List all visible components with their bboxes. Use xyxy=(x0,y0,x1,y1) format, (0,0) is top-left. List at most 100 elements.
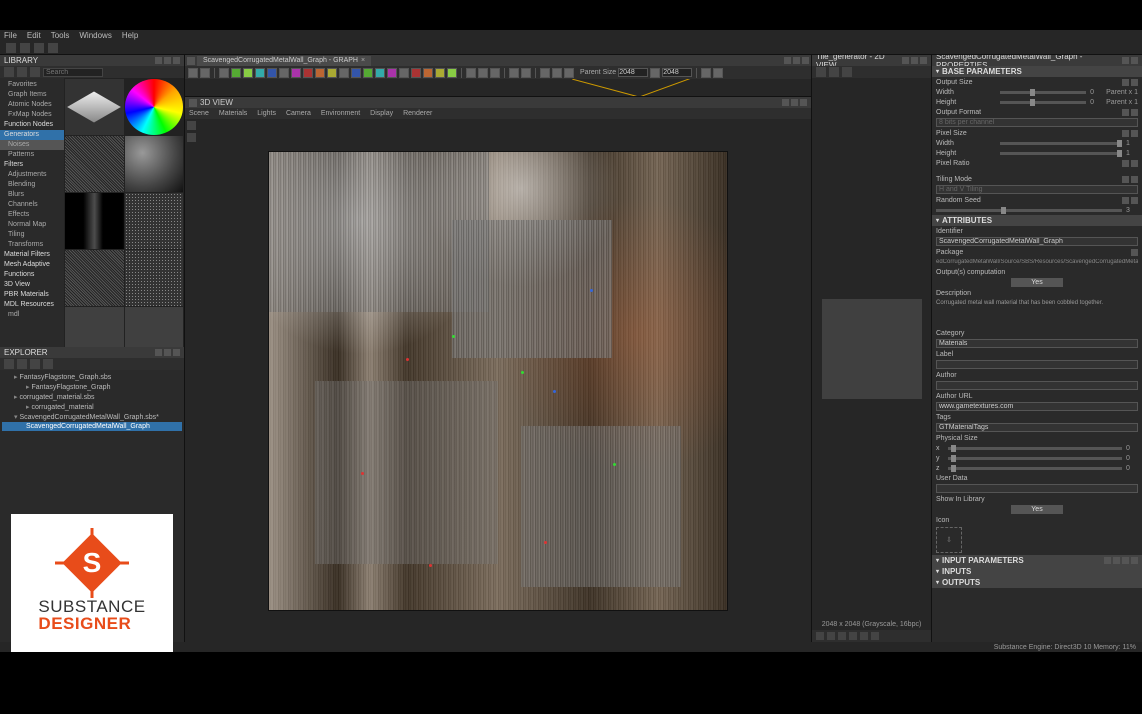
align-icon[interactable] xyxy=(521,68,531,78)
thumb-gradient[interactable] xyxy=(125,79,184,135)
flow-icon[interactable] xyxy=(552,68,562,78)
phys-z-slider[interactable] xyxy=(948,467,1122,470)
node-fxmap-icon[interactable] xyxy=(411,68,421,78)
explorer-item[interactable]: corrugated_material.sbs xyxy=(2,392,182,402)
reset-icon[interactable] xyxy=(1131,79,1138,86)
graph-canvas[interactable] xyxy=(185,79,811,97)
tab-graph[interactable]: ScavengedCorrugatedMetalWall_Graph - GRA… xyxy=(197,56,371,66)
channel-icon[interactable] xyxy=(838,632,846,640)
flow-icon[interactable] xyxy=(564,68,574,78)
home-icon[interactable] xyxy=(4,67,14,77)
pin-icon[interactable] xyxy=(155,57,162,64)
library-tree-item[interactable]: Blending xyxy=(0,180,64,190)
view3d-display[interactable]: Display xyxy=(370,110,393,117)
phys-x-slider[interactable] xyxy=(948,447,1122,450)
link-icon[interactable] xyxy=(1122,176,1129,183)
section-outputs[interactable]: OUTPUTS xyxy=(932,577,1142,588)
restore-icon[interactable] xyxy=(791,99,798,106)
thumb-noise[interactable] xyxy=(125,136,184,192)
comment-icon[interactable] xyxy=(478,68,488,78)
thumb-noise[interactable] xyxy=(125,250,184,306)
channel-icon[interactable] xyxy=(860,632,868,640)
link-icon[interactable] xyxy=(1122,130,1129,137)
close-icon[interactable] xyxy=(173,349,180,356)
thumb-noise[interactable] xyxy=(65,193,124,249)
icon-drop[interactable]: ⇩ xyxy=(936,527,962,553)
node-curve-icon[interactable] xyxy=(243,68,253,78)
reset-icon[interactable] xyxy=(701,68,711,78)
userdata-input[interactable] xyxy=(936,484,1138,493)
restore-icon[interactable] xyxy=(793,57,800,64)
restore-icon[interactable] xyxy=(164,349,171,356)
menu-edit[interactable]: Edit xyxy=(27,31,41,40)
library-tree-item[interactable]: PBR Materials xyxy=(0,290,64,300)
reset-icon[interactable] xyxy=(1131,160,1138,167)
library-tree-item[interactable]: Patterns xyxy=(0,150,64,160)
library-tree-item[interactable]: Tiling xyxy=(0,230,64,240)
library-tree-item[interactable]: Filters xyxy=(0,160,64,170)
save-icon[interactable] xyxy=(30,359,40,369)
library-tree-item[interactable]: mdl xyxy=(0,310,64,320)
library-tree-item[interactable]: Noises xyxy=(0,140,64,150)
list-icon[interactable] xyxy=(1113,557,1120,564)
search-input[interactable] xyxy=(43,68,103,77)
restore-icon[interactable] xyxy=(164,57,171,64)
reset-icon[interactable] xyxy=(1131,197,1138,204)
library-tree-item[interactable]: 3D View xyxy=(0,280,64,290)
node-channels-icon[interactable] xyxy=(255,68,265,78)
label-input[interactable] xyxy=(936,360,1138,369)
new-icon[interactable] xyxy=(4,359,14,369)
view3d-scene[interactable]: Scene xyxy=(189,110,209,117)
node-levels-icon[interactable] xyxy=(303,68,313,78)
close-icon[interactable] xyxy=(173,57,180,64)
view3d-lights[interactable]: Lights xyxy=(257,110,276,117)
library-tree-item[interactable]: Transforms xyxy=(0,240,64,250)
explorer-item[interactable]: ScavengedCorrugatedMetalWall_Graph.sbs* xyxy=(2,412,182,422)
library-tree-item[interactable]: Adjustments xyxy=(0,170,64,180)
library-tree[interactable]: FavoritesGraph ItemsAtomic NodesFxMap No… xyxy=(0,78,64,347)
thumb-noise[interactable] xyxy=(125,307,184,347)
author-url-input[interactable] xyxy=(936,402,1138,411)
author-input[interactable] xyxy=(936,381,1138,390)
height-slider[interactable] xyxy=(1000,101,1086,104)
node-input-icon[interactable] xyxy=(447,68,457,78)
pin-icon[interactable] xyxy=(784,57,791,64)
pin-icon[interactable] xyxy=(902,57,909,64)
library-tree-item[interactable]: Functions xyxy=(0,270,64,280)
close-icon[interactable] xyxy=(802,57,809,64)
library-tree-item[interactable]: FxMap Nodes xyxy=(0,110,64,120)
grid-icon[interactable] xyxy=(30,67,40,77)
phys-y-slider[interactable] xyxy=(948,457,1122,460)
explorer-item[interactable]: FantasyFlagstone_Graph xyxy=(2,382,182,392)
tiling-input[interactable] xyxy=(936,185,1138,194)
save-icon[interactable] xyxy=(816,67,826,77)
link-icon[interactable] xyxy=(1122,79,1129,86)
node-transform-icon[interactable] xyxy=(339,68,349,78)
link-icon[interactable] xyxy=(1122,197,1129,204)
copy-icon[interactable] xyxy=(829,67,839,77)
random-slider[interactable] xyxy=(936,209,1122,212)
library-tree-item[interactable]: Effects xyxy=(0,210,64,220)
library-tree-item[interactable]: Channels xyxy=(0,200,64,210)
library-tree-item[interactable]: Mesh Adaptive xyxy=(0,260,64,270)
timing-icon[interactable] xyxy=(713,68,723,78)
close-icon[interactable] xyxy=(800,99,807,106)
node-bitmap-icon[interactable] xyxy=(399,68,409,78)
thumb-noise[interactable] xyxy=(65,136,124,192)
home-icon[interactable] xyxy=(6,43,16,53)
node-blur-icon[interactable] xyxy=(315,68,325,78)
align-icon[interactable] xyxy=(509,68,519,78)
pixel-width-slider[interactable] xyxy=(1000,142,1122,145)
parent-size-input[interactable] xyxy=(618,68,648,77)
library-tree-item[interactable]: MDL Resources xyxy=(0,300,64,310)
channel-icon[interactable] xyxy=(871,632,879,640)
link-icon[interactable] xyxy=(34,43,44,53)
identifier-input[interactable] xyxy=(936,237,1138,246)
menu-tools[interactable]: Tools xyxy=(51,31,70,40)
pin-icon[interactable] xyxy=(782,99,789,106)
node-svg-icon[interactable] xyxy=(375,68,385,78)
node-uniform-icon[interactable] xyxy=(219,68,229,78)
pixel-height-slider[interactable] xyxy=(1000,152,1122,155)
menu-help[interactable]: Help xyxy=(122,31,138,40)
more-icon[interactable] xyxy=(48,43,58,53)
